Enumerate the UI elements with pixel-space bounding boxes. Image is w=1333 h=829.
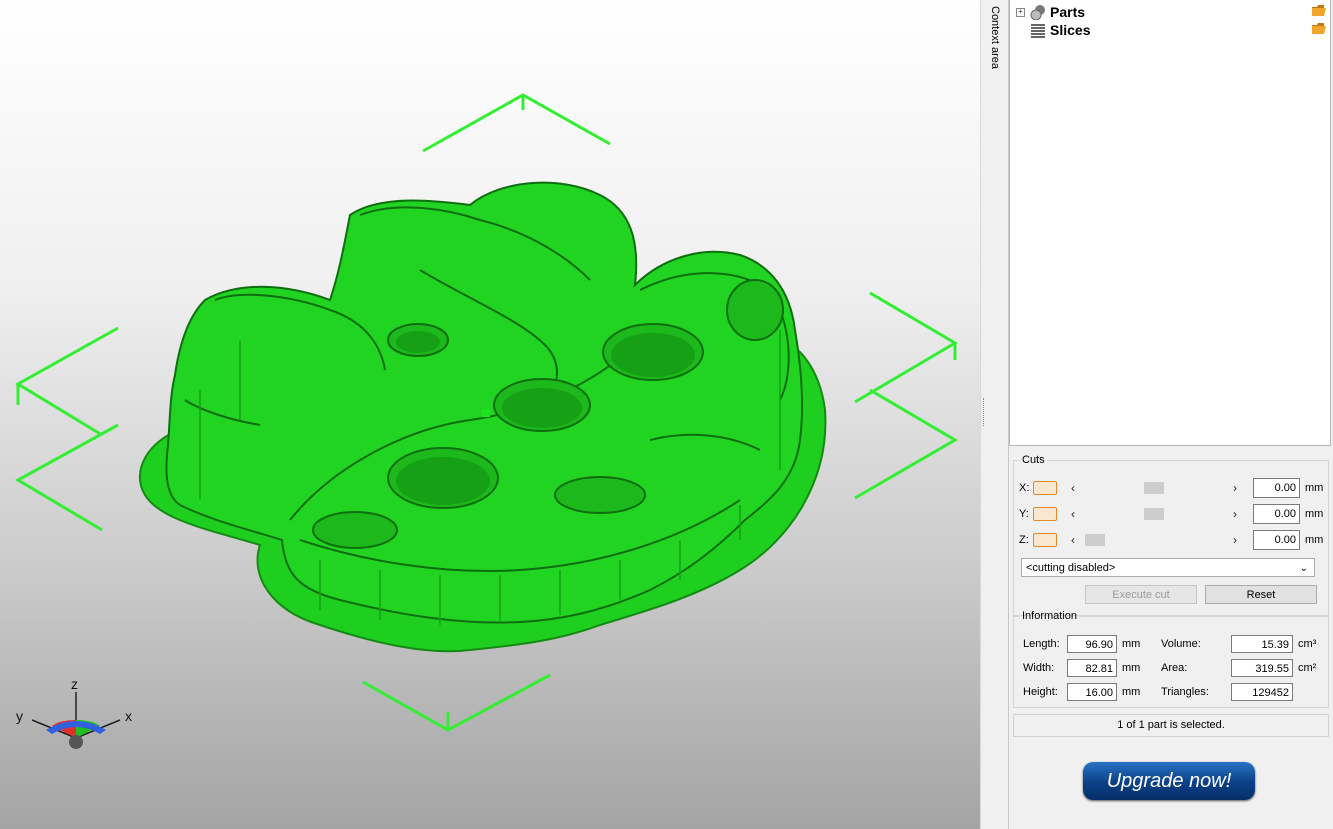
info-volume: Volume: 15.39 cm³ <box>1161 634 1316 654</box>
info-width: Width: 82.81 mm <box>1023 658 1140 678</box>
cuts-title: Cuts <box>1022 454 1045 466</box>
slider-thumb[interactable] <box>1144 508 1164 520</box>
cut-mode-select[interactable]: <cutting disabled> ⌄ <box>1021 558 1315 577</box>
context-area-tab[interactable]: Context area <box>986 0 1009 829</box>
chevron-right-icon[interactable]: › <box>1233 506 1237 522</box>
unit-label: mm <box>1305 534 1324 546</box>
unit-label: mm <box>1305 482 1324 494</box>
selection-status: 1 of 1 part is selected. <box>1013 714 1329 737</box>
cut-row-y: Y: ‹ › 0.00 mm <box>1019 503 1323 525</box>
chevron-right-icon[interactable]: › <box>1233 480 1237 496</box>
cut-y-toggle[interactable] <box>1033 507 1057 521</box>
reset-button[interactable]: Reset <box>1205 585 1317 604</box>
height-value: 16.00 <box>1067 683 1117 701</box>
model-scene[interactable]: z x y <box>0 0 980 829</box>
chevron-left-icon[interactable]: ‹ <box>1071 480 1075 496</box>
upgrade-button[interactable]: Upgrade now! <box>1083 762 1255 800</box>
info-triangles: Triangles: 129452 <box>1161 682 1293 702</box>
cut-z-toggle[interactable] <box>1033 533 1057 547</box>
chevron-down-icon: ⌄ <box>1299 563 1308 574</box>
unit-label: cm³ <box>1298 638 1317 650</box>
properties-panel: Cuts X: ‹ › 0.00 mm Y: ‹ › 0.00 mm Z: ‹ … <box>1009 446 1333 829</box>
cut-z-value[interactable]: 0.00 <box>1253 530 1300 550</box>
chevron-right-icon[interactable]: › <box>1233 532 1237 548</box>
cut-z-slider[interactable]: ‹ › <box>1069 532 1239 548</box>
info-area: Area: 319.55 cm² <box>1161 658 1316 678</box>
cut-mode-value: <cutting disabled> <box>1026 562 1116 574</box>
folder-open-icon[interactable] <box>1312 5 1326 16</box>
chevron-left-icon[interactable]: ‹ <box>1071 532 1075 548</box>
cut-x-toggle[interactable] <box>1033 481 1057 495</box>
object-tree[interactable]: + Parts Slices <box>1009 0 1331 446</box>
cut-axis-label: X: <box>1019 482 1030 494</box>
chevron-left-icon[interactable]: ‹ <box>1071 506 1075 522</box>
length-value: 96.90 <box>1067 635 1117 653</box>
unit-label: mm <box>1122 662 1141 674</box>
area-value: 319.55 <box>1231 659 1293 677</box>
unit-label: mm <box>1305 508 1324 520</box>
slices-icon <box>1031 24 1045 38</box>
info-height: Height: 16.00 mm <box>1023 682 1140 702</box>
width-value: 82.81 <box>1067 659 1117 677</box>
cut-axis-label: Z: <box>1019 534 1029 546</box>
width-label: Width: <box>1023 662 1055 674</box>
cut-y-slider[interactable]: ‹ › <box>1069 506 1239 522</box>
slider-thumb[interactable] <box>1085 534 1105 546</box>
slider-thumb[interactable] <box>1144 482 1164 494</box>
folder-open-icon[interactable] <box>1312 23 1326 34</box>
info-length: Length: 96.90 mm <box>1023 634 1140 654</box>
axis-gizmo: z x y <box>16 676 132 749</box>
cut-row-z: Z: ‹ › 0.00 mm <box>1019 529 1323 551</box>
cut-row-x: X: ‹ › 0.00 mm <box>1019 477 1323 499</box>
cut-x-value[interactable]: 0.00 <box>1253 478 1300 498</box>
cut-axis-label: Y: <box>1019 508 1029 520</box>
volume-value: 15.39 <box>1231 635 1293 653</box>
axis-x-label: x <box>125 708 132 724</box>
unit-label: mm <box>1122 686 1141 698</box>
tree-item-label: Slices <box>1050 22 1091 38</box>
unit-label: mm <box>1122 638 1141 650</box>
cut-x-slider[interactable]: ‹ › <box>1069 480 1239 496</box>
axis-z-label: z <box>71 676 78 692</box>
length-label: Length: <box>1023 638 1060 650</box>
context-area-label: Context area <box>989 6 1001 69</box>
unit-label: cm² <box>1298 662 1317 674</box>
model-center-marker <box>482 409 490 417</box>
3d-viewport[interactable]: z x y <box>0 0 980 829</box>
triangles-label: Triangles: <box>1161 686 1209 698</box>
information-title: Information <box>1022 610 1078 622</box>
tree-item-label: Parts <box>1050 4 1086 20</box>
axis-y-label: y <box>16 708 23 724</box>
cut-y-value[interactable]: 0.00 <box>1253 504 1300 524</box>
height-label: Height: <box>1023 686 1058 698</box>
execute-cut-button[interactable]: Execute cut <box>1085 585 1197 604</box>
tree-item-slices[interactable]: Slices <box>1016 21 1090 39</box>
tree-item-parts[interactable]: + Parts <box>1016 3 1085 21</box>
expand-icon[interactable]: + <box>1016 7 1025 17</box>
triangles-value: 129452 <box>1231 683 1293 701</box>
parts-icon <box>1030 5 1045 20</box>
volume-label: Volume: <box>1161 638 1201 650</box>
area-label: Area: <box>1161 662 1188 674</box>
